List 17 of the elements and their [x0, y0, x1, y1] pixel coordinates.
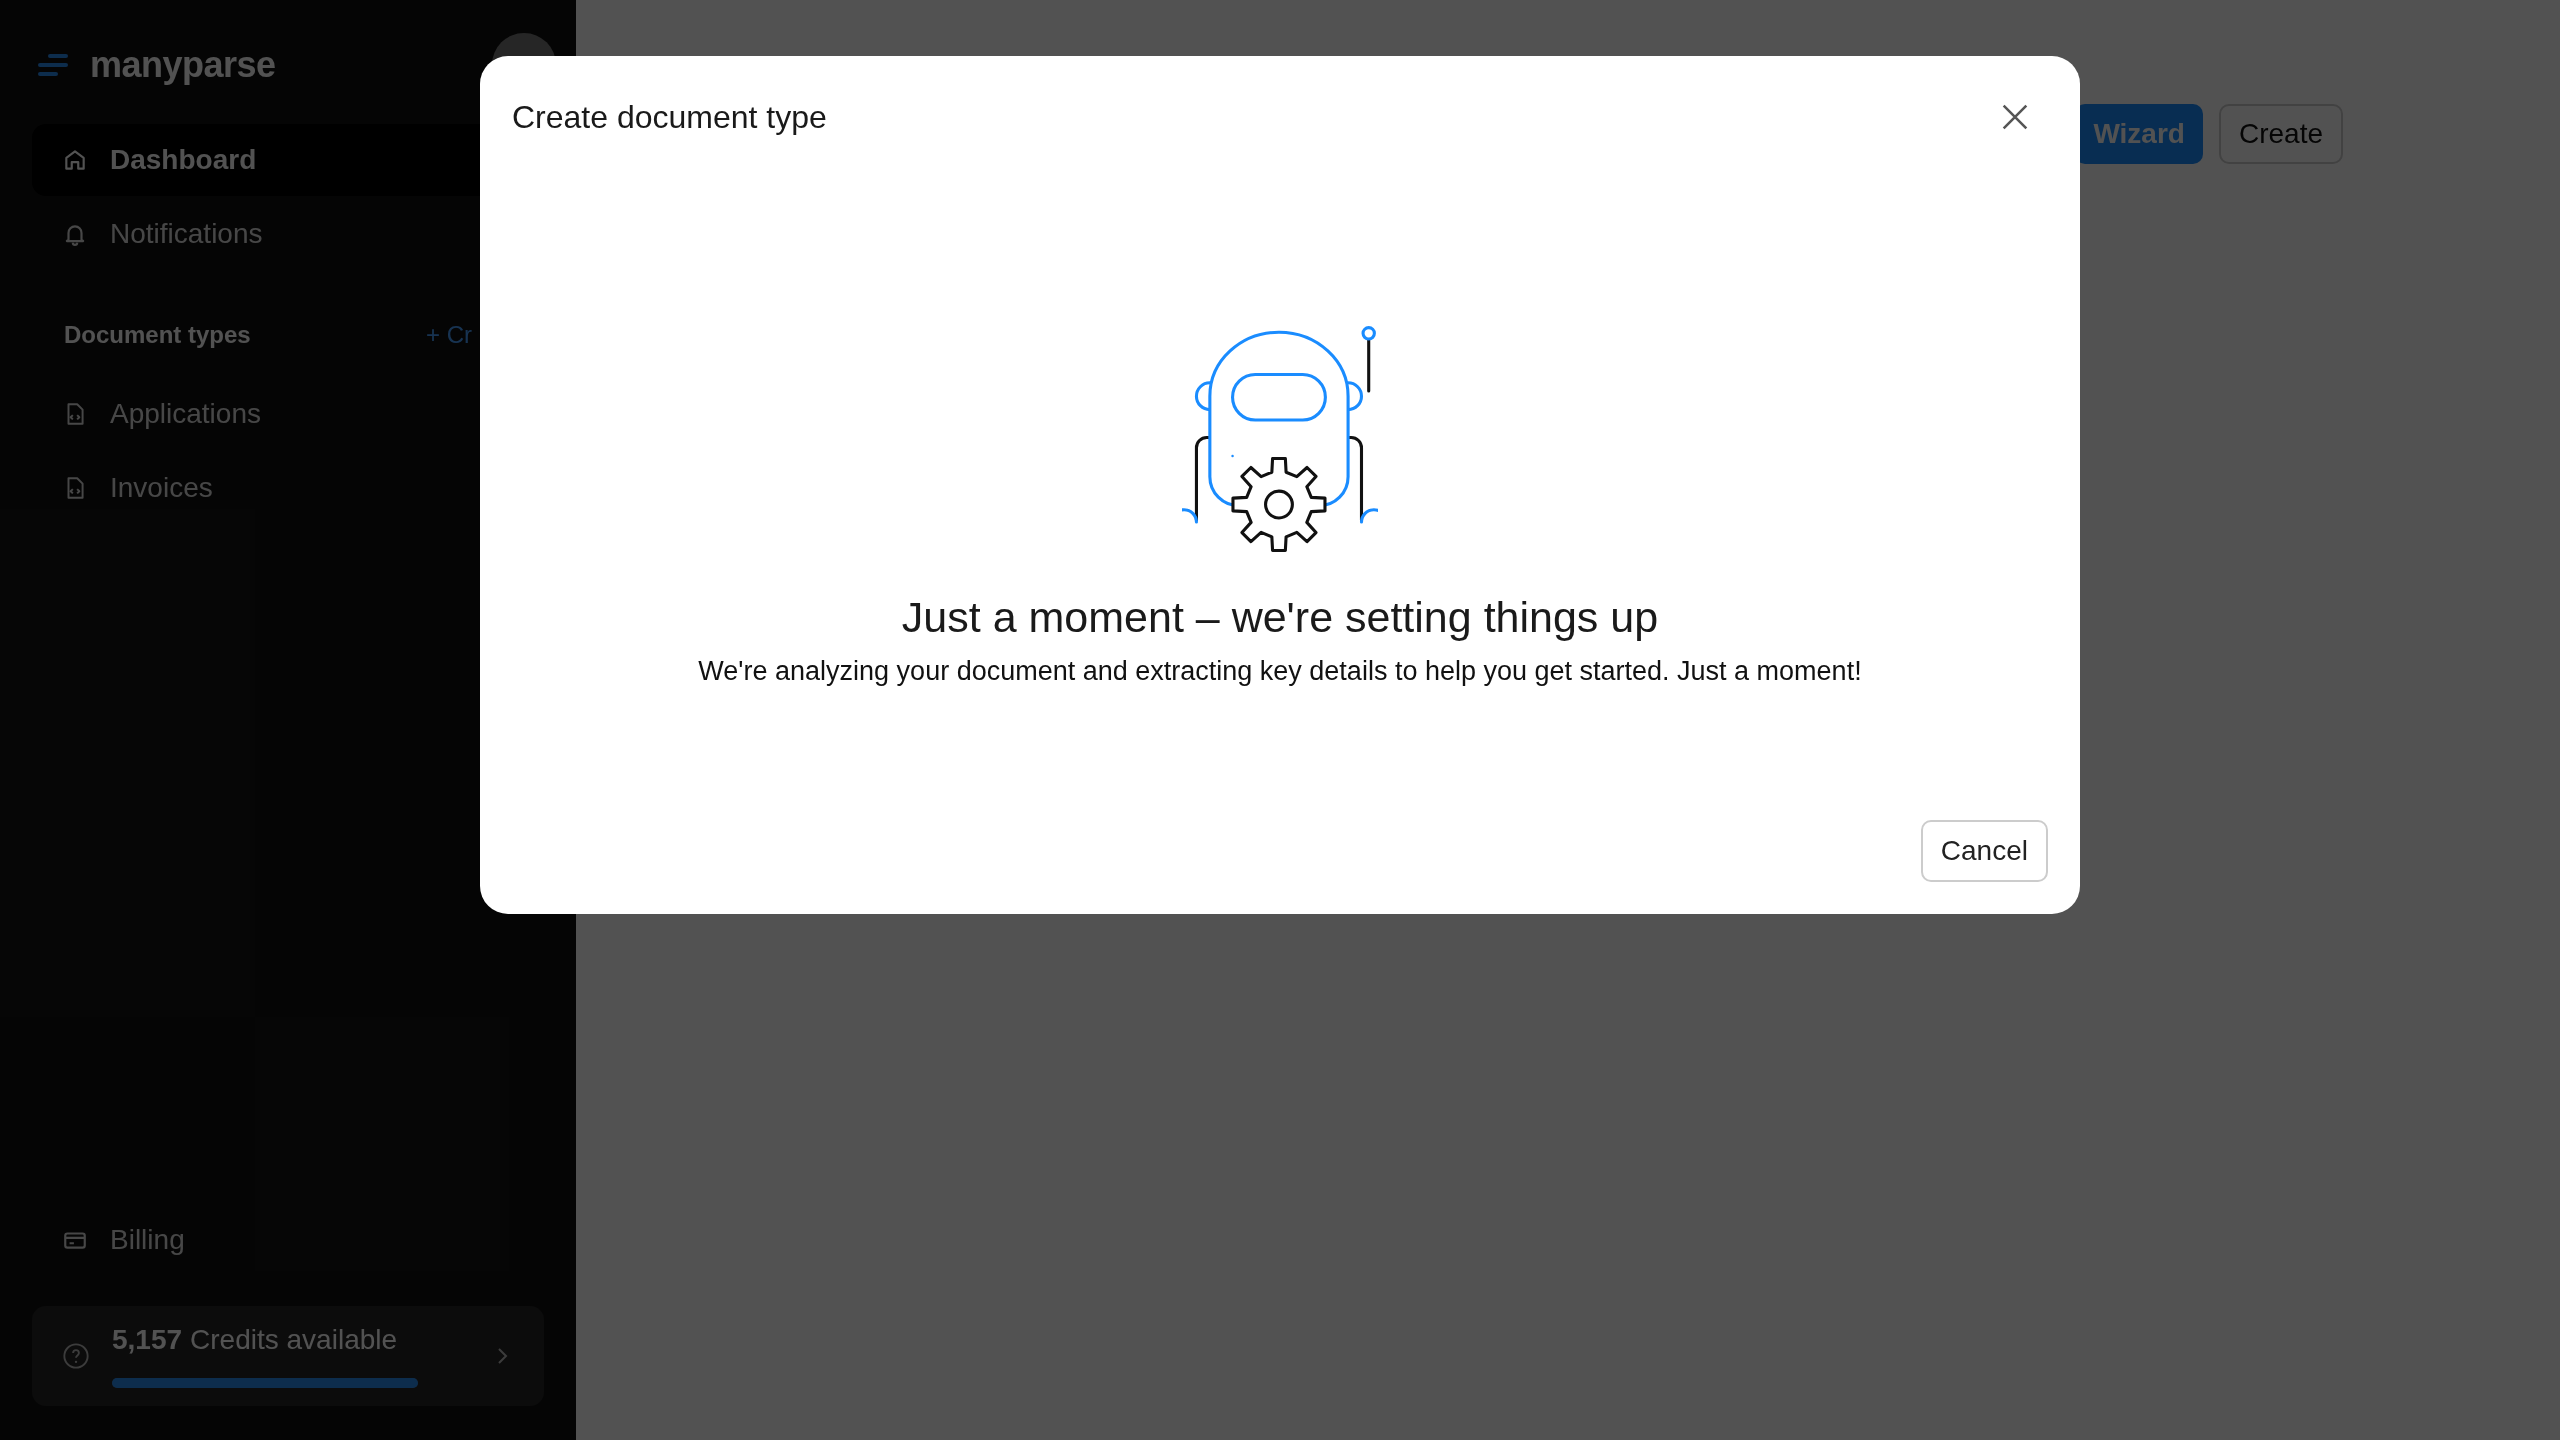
- document-type-item[interactable]: Applications: [32, 378, 544, 450]
- cancel-button[interactable]: Cancel: [1920, 820, 2048, 882]
- create-button[interactable]: Create: [2218, 104, 2343, 164]
- document-type-item[interactable]: Invoices: [32, 452, 544, 524]
- help-icon: [62, 1342, 90, 1370]
- credits-card[interactable]: 5,157 Credits available: [32, 1306, 544, 1406]
- dialog-message: We're analyzing your document and extracting key details to help you get started. Just a moment!: [698, 656, 1862, 687]
- section-title: Document types: [64, 321, 251, 349]
- billing-item[interactable]: Billing: [32, 1204, 544, 1276]
- credits-amount: 5,157: [112, 1324, 183, 1356]
- brand-name: manyparse: [90, 44, 276, 86]
- dialog-heading: Just a moment – we're setting things up: [901, 593, 1659, 642]
- credits-label: Credits available: [190, 1324, 398, 1356]
- logo-icon: [38, 53, 68, 77]
- nav-item[interactable]: Notifications: [32, 198, 544, 270]
- home-icon: [62, 147, 88, 173]
- add-document-type-link[interactable]: + Cr: [426, 321, 472, 349]
